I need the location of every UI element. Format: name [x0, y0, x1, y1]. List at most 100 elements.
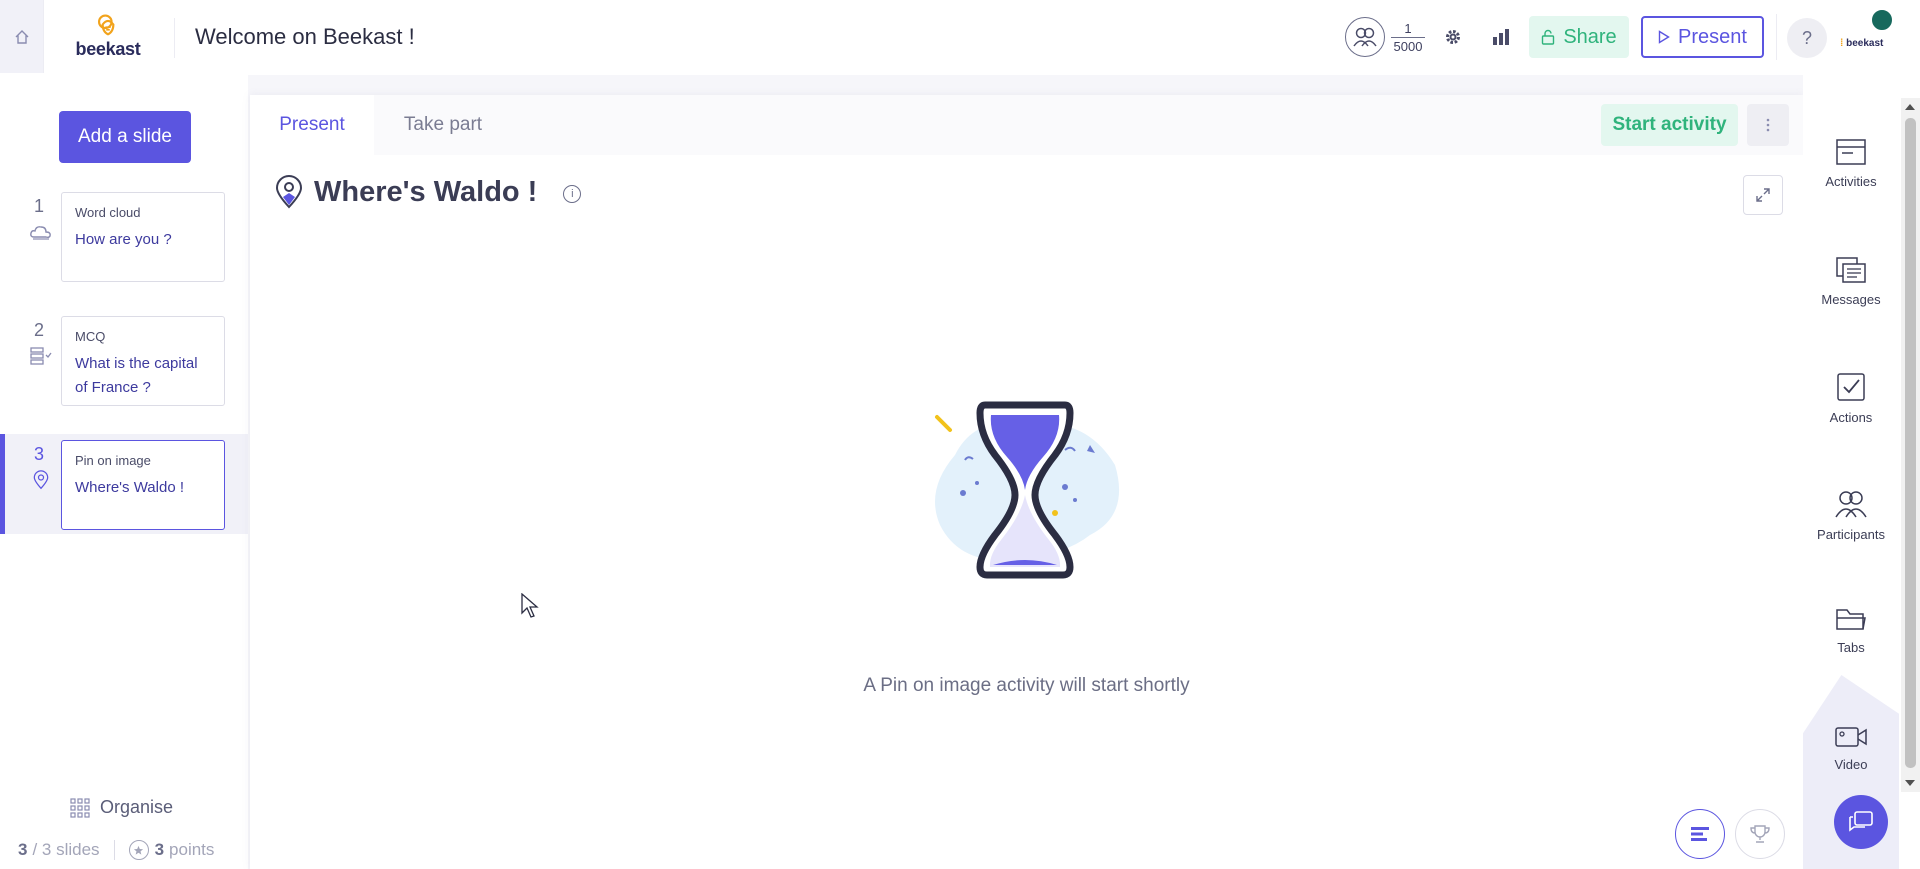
start-activity-button[interactable]: Start activity	[1601, 104, 1738, 146]
scroll-thumb[interactable]	[1905, 118, 1916, 768]
sidebar-item-label: Participants	[1817, 527, 1885, 542]
lock-icon	[1542, 29, 1555, 45]
slides-sidebar: Add a slide 1 Word cloud How are you ? 2…	[0, 75, 248, 869]
more-vertical-icon	[1766, 118, 1770, 132]
pin-icon	[33, 470, 49, 490]
play-icon	[1658, 30, 1670, 44]
slide-count-total: / 3 slides	[32, 840, 100, 859]
organise-label: Organise	[100, 797, 174, 817]
slide-item-3[interactable]: 3 Pin on image Where's Waldo !	[0, 434, 248, 534]
chat-button[interactable]	[1834, 795, 1888, 849]
tab-present[interactable]: Present	[250, 95, 374, 155]
slide-type: Pin on image	[75, 453, 151, 468]
share-button[interactable]: Share	[1529, 16, 1629, 58]
sidebar-item-label: Activities	[1825, 174, 1877, 189]
help-button[interactable]: ?	[1787, 18, 1827, 58]
slide-card[interactable]: Pin on image Where's Waldo !	[61, 440, 225, 530]
participants-counter[interactable]: 1 5000	[1345, 16, 1425, 58]
top-bar: beekast Welcome on Beekast ! 1 5000 Shar…	[0, 0, 1920, 75]
messages-icon	[1836, 257, 1866, 283]
avatar	[1870, 8, 1894, 32]
add-slide-button[interactable]: Add a slide	[59, 111, 191, 163]
results-view-button[interactable]	[1675, 809, 1725, 859]
slide-type: Word cloud	[75, 205, 141, 220]
present-label: Present	[1678, 25, 1747, 48]
hourglass-illustration	[935, 401, 1120, 579]
divider	[113, 840, 115, 860]
sidebar-item-participants[interactable]: Participants	[1803, 489, 1899, 542]
activities-icon	[1836, 139, 1866, 165]
chat-icon	[1849, 811, 1873, 832]
settings-button[interactable]	[1438, 22, 1468, 52]
sidebar-item-video[interactable]: Video	[1803, 725, 1899, 772]
slide-title: What is the capital of France ?	[75, 355, 198, 396]
slide-card[interactable]: MCQ What is the capital of France ?	[61, 316, 225, 406]
slide-number: 1	[34, 196, 45, 216]
slides-footer: 3 / 3 slides 3 points	[18, 840, 214, 860]
scroll-up-arrow[interactable]	[1905, 104, 1915, 110]
waiting-message: A Pin on image activity will start short…	[863, 675, 1190, 696]
star-icon	[128, 840, 149, 860]
slide-title: Where's Waldo !	[75, 479, 185, 496]
slide-number: 2	[34, 320, 45, 340]
actions-icon	[1837, 373, 1865, 401]
slide-card[interactable]: Word cloud How are you ?	[61, 192, 225, 282]
beekast-logo[interactable]: beekast	[70, 12, 146, 60]
expand-icon	[1756, 188, 1770, 202]
gear-icon	[1446, 30, 1460, 44]
present-button[interactable]: Present	[1641, 16, 1764, 58]
bar-chart-icon	[1493, 29, 1509, 45]
participants-icon	[1345, 17, 1385, 57]
divider	[1776, 14, 1777, 60]
sidebar-item-label: Video	[1834, 757, 1868, 772]
pin-icon	[275, 175, 303, 209]
align-left-icon	[1691, 827, 1709, 841]
grid-icon	[70, 797, 90, 818]
slide-number: 3	[34, 444, 45, 464]
participants-max: 5000	[1393, 38, 1423, 54]
organise-button[interactable]: Organise	[70, 797, 173, 818]
video-icon	[1835, 727, 1867, 747]
leaderboard-button[interactable]	[1735, 809, 1785, 859]
activity-title: Where's Waldo !	[314, 175, 538, 208]
fullscreen-button[interactable]	[1743, 175, 1783, 215]
scrollbar[interactable]	[1901, 98, 1920, 792]
sidebar-item-tabs[interactable]: Tabs	[1803, 606, 1899, 655]
logo-mark-icon	[98, 14, 115, 36]
account-menu[interactable]: ⁞ beekast	[1838, 8, 1894, 64]
divider	[174, 18, 175, 58]
more-options-button[interactable]	[1747, 104, 1789, 146]
account-brand-text: beekast	[1846, 38, 1884, 49]
points-label: points	[169, 840, 215, 859]
cloud-icon	[30, 226, 51, 240]
info-icon[interactable]: i	[563, 185, 582, 203]
sidebar-item-actions[interactable]: Actions	[1803, 372, 1899, 425]
folder-icon	[1836, 609, 1866, 630]
results-button[interactable]	[1486, 22, 1516, 52]
divider	[1391, 36, 1425, 38]
tab-bar: Present Take part Start activity	[250, 95, 1803, 155]
sidebar-item-activities[interactable]: Activities	[1803, 138, 1899, 189]
activity-panel: Present Take part Start activity Where's…	[250, 95, 1803, 869]
logo-text: beekast	[75, 39, 141, 59]
home-button[interactable]	[0, 0, 44, 73]
tab-take-part[interactable]: Take part	[374, 95, 512, 155]
share-label: Share	[1563, 25, 1617, 48]
sidebar-item-messages[interactable]: Messages	[1803, 256, 1899, 307]
page-title: Welcome on Beekast !	[195, 24, 415, 49]
activity-header: Where's Waldo ! i	[274, 175, 582, 209]
participants-icon	[1835, 491, 1867, 518]
sidebar-item-label: Messages	[1821, 292, 1881, 307]
points-value: 3	[154, 840, 165, 859]
slide-type: MCQ	[75, 329, 106, 344]
sidebar-item-label: Actions	[1829, 410, 1873, 425]
scroll-down-arrow[interactable]	[1905, 780, 1915, 786]
active-indicator	[0, 434, 5, 534]
tools-sidebar: Activities Messages Actions Participants…	[1803, 75, 1899, 869]
account-brand: ⁞ beekast	[1840, 38, 1884, 49]
slide-item-1[interactable]: 1 Word cloud How are you ?	[0, 186, 248, 286]
slide-title: How are you ?	[75, 231, 172, 248]
home-icon	[15, 29, 28, 44]
slide-item-2[interactable]: 2 MCQ What is the capital of France ?	[0, 310, 248, 410]
trophy-icon	[1750, 825, 1770, 843]
